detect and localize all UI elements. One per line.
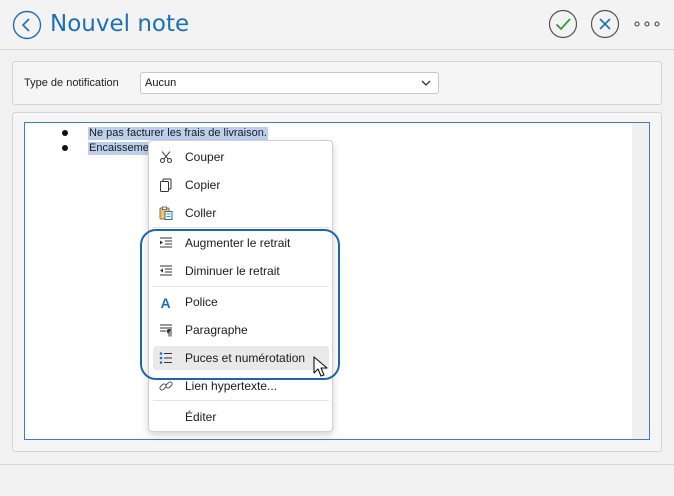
menu-item-cut[interactable]: Couper (153, 145, 329, 169)
menu-item-paragraph[interactable]: Paragraphe (153, 318, 329, 342)
footer-divider (0, 464, 674, 465)
header-bar: Nouvel note (0, 0, 674, 50)
bullet-dot (62, 145, 68, 151)
menu-item-paste[interactable]: Coller (153, 201, 329, 225)
menu-label: Copier (185, 178, 221, 192)
font-icon: A (161, 295, 171, 309)
chevron-down-icon (421, 80, 431, 86)
menu-item-bullets-numbering[interactable]: Puces et numérotation (153, 346, 329, 370)
menu-item-copy[interactable]: Copier (153, 173, 329, 197)
menu-item-hyperlink[interactable]: Lien hypertexte... (153, 374, 329, 398)
bullet-text-1[interactable]: Ne pas facturer les frais de livraison. (88, 127, 268, 140)
menu-label: Diminuer le retrait (185, 264, 280, 278)
bullet-text-2[interactable]: Encaisseme (88, 142, 150, 155)
menu-label: Paragraphe (185, 323, 248, 337)
menu-label: Couper (185, 150, 225, 164)
notification-type-select[interactable]: Aucun (140, 72, 439, 94)
menu-label: Augmenter le retrait (185, 236, 291, 250)
menu-label: Éditer (185, 410, 217, 424)
copy-icon (160, 178, 172, 192)
paragraph-icon (160, 324, 172, 337)
menu-label: Puces et numérotation (185, 351, 306, 365)
menu-separator (153, 400, 329, 401)
menu-item-edit[interactable]: Éditer (153, 405, 329, 429)
back-arrow-icon[interactable] (12, 10, 42, 40)
context-menu: Couper Copier Coller Augmenter le retrai… (148, 140, 333, 432)
indent-decrease-icon (160, 265, 172, 276)
menu-label: Coller (185, 206, 217, 220)
more-options-icon[interactable] (632, 14, 662, 34)
menu-item-font[interactable]: A Police (153, 290, 329, 314)
menu-separator (153, 286, 329, 287)
editor-scrollbar[interactable] (632, 123, 649, 439)
bullets-icon (159, 352, 172, 364)
menu-item-increase-indent[interactable]: Augmenter le retrait (153, 231, 329, 255)
bullet-dot (62, 130, 68, 136)
notification-panel: Type de notification Aucun (12, 61, 662, 105)
notification-type-label: Type de notification (24, 77, 119, 89)
indent-increase-icon (160, 237, 172, 248)
link-icon (159, 381, 173, 391)
paste-icon (159, 206, 173, 220)
page-title: Nouvel note (50, 11, 190, 37)
notification-type-value: Aucun (145, 77, 177, 89)
cancel-close-icon[interactable] (590, 9, 620, 39)
menu-separator (153, 227, 329, 228)
confirm-check-icon[interactable] (548, 9, 578, 39)
mouse-pointer-icon (313, 356, 328, 377)
menu-label: Police (185, 295, 218, 309)
scissors-icon (160, 151, 172, 163)
menu-label: Lien hypertexte... (185, 379, 278, 393)
menu-item-decrease-indent[interactable]: Diminuer le retrait (153, 259, 329, 283)
note-editor[interactable] (24, 122, 650, 440)
svg-text:A: A (161, 295, 171, 309)
